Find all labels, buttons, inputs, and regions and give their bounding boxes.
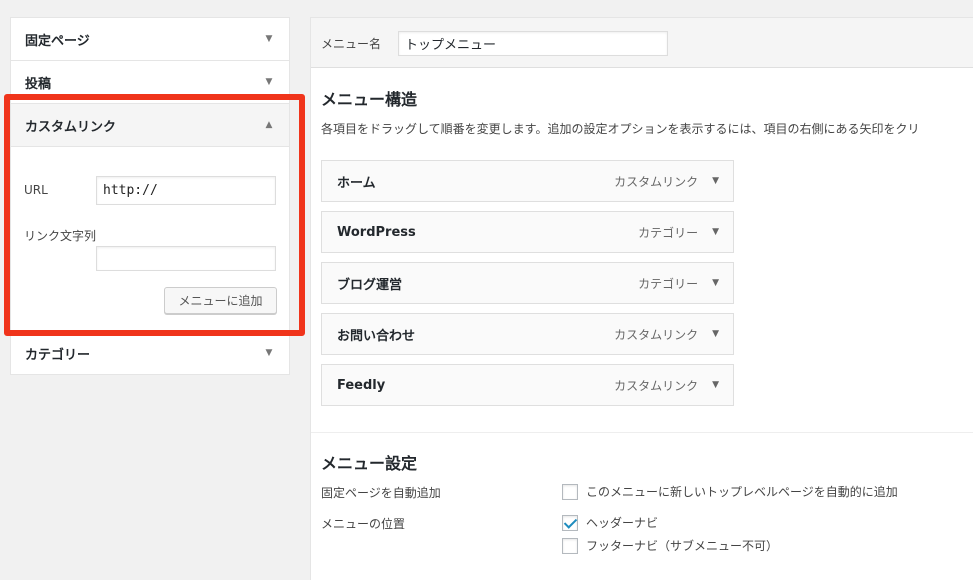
menu-item-type: カスタムリンク — [614, 174, 699, 189]
footer-nav-checkbox[interactable] — [562, 537, 578, 554]
triangle-down-icon: ▼ — [265, 34, 273, 44]
link-text-label: リンク文字列 — [24, 229, 97, 243]
menus-screen: 固定ページ ▼ 投稿 ▼ カスタムリンク ▲ URL http:// リンク文字… — [0, 0, 973, 580]
accordion-section-custom-link: カスタムリンク ▲ URL http:// リンク文字列 メニューに追加 — [11, 104, 289, 332]
location-footer-nav: フッターナビ（サブメニュー不可） — [562, 537, 778, 554]
accordion-header-posts[interactable]: 投稿 ▼ — [11, 61, 289, 103]
menu-item-type: カテゴリー — [638, 225, 699, 240]
triangle-down-icon: ▼ — [265, 77, 273, 87]
accordion-section-pages: 固定ページ ▼ — [11, 18, 289, 61]
menu-settings-title: メニュー設定 — [321, 454, 418, 473]
menu-item[interactable]: WordPress カテゴリー ▼ — [321, 211, 734, 253]
menu-name-value: トップメニュー — [405, 38, 497, 53]
auto-add-label: 固定ページを自動追加 — [321, 486, 441, 500]
header-nav-label[interactable]: ヘッダーナビ — [586, 514, 658, 531]
auto-add-option-label[interactable]: このメニューに新しいトップレベルページを自動的に追加 — [586, 483, 898, 500]
add-menu-items-panel: 固定ページ ▼ 投稿 ▼ カスタムリンク ▲ URL http:// リンク文字… — [10, 17, 290, 375]
location-header-nav: ヘッダーナビ — [562, 514, 658, 531]
menu-items-accordion: 固定ページ ▼ 投稿 ▼ カスタムリンク ▲ URL http:// リンク文字… — [10, 17, 290, 375]
menu-item-type: カスタムリンク — [614, 378, 699, 393]
menu-structure-title: メニュー構造 — [321, 90, 418, 109]
section-divider — [311, 432, 973, 433]
menu-item-title: ホーム — [337, 175, 376, 191]
accordion-header-pages[interactable]: 固定ページ ▼ — [11, 18, 289, 60]
menu-item-type: カテゴリー — [638, 276, 699, 291]
header-nav-checkbox[interactable] — [562, 514, 578, 531]
auto-add-option: このメニューに新しいトップレベルページを自動的に追加 — [562, 483, 898, 500]
accordion-title: 固定ページ — [25, 33, 90, 49]
menu-management-panel: メニュー名 トップメニュー メニュー構造 各項目をドラッグして順番を変更します。… — [310, 17, 973, 580]
triangle-down-icon[interactable]: ▼ — [712, 227, 719, 237]
triangle-down-icon[interactable]: ▼ — [712, 380, 719, 390]
menu-item[interactable]: お問い合わせ カスタムリンク ▼ — [321, 313, 734, 355]
accordion-section-categories: カテゴリー ▼ — [11, 332, 289, 374]
menu-location-label: メニューの位置 — [321, 517, 406, 531]
menu-item[interactable]: Feedly カスタムリンク ▼ — [321, 364, 734, 406]
menu-item-title: Feedly — [337, 377, 386, 393]
menu-item[interactable]: ブログ運営 カテゴリー ▼ — [321, 262, 734, 304]
footer-nav-label[interactable]: フッターナビ（サブメニュー不可） — [586, 537, 778, 554]
url-label: URL — [24, 183, 48, 197]
triangle-down-icon[interactable]: ▼ — [712, 278, 719, 288]
accordion-title: 投稿 — [25, 76, 52, 92]
custom-link-form: URL http:// リンク文字列 メニューに追加 — [11, 147, 289, 331]
accordion-header-custom-link[interactable]: カスタムリンク ▲ — [11, 104, 289, 147]
accordion-title: カスタムリンク — [25, 119, 117, 135]
menu-item-type: カスタムリンク — [614, 327, 699, 342]
accordion-title: カテゴリー — [25, 347, 91, 363]
menu-item[interactable]: ホーム カスタムリンク ▼ — [321, 160, 734, 202]
link-text-input[interactable] — [96, 246, 276, 271]
menu-name-label: メニュー名 — [321, 37, 382, 51]
triangle-down-icon: ▼ — [265, 348, 273, 358]
menu-structure-description: 各項目をドラッグして順番を変更します。追加の設定オプションを表示するには、項目の… — [321, 122, 920, 136]
triangle-down-icon[interactable]: ▼ — [712, 329, 719, 339]
triangle-down-icon[interactable]: ▼ — [712, 176, 719, 186]
url-input[interactable]: http:// — [96, 176, 276, 205]
triangle-up-icon: ▲ — [265, 120, 273, 130]
menu-name-bar: メニュー名 トップメニュー — [311, 18, 973, 68]
menu-item-title: お問い合わせ — [337, 328, 416, 344]
add-to-menu-button[interactable]: メニューに追加 — [164, 287, 277, 314]
menu-item-title: ブログ運営 — [337, 277, 403, 293]
url-input-value: http:// — [103, 183, 158, 198]
menu-name-input[interactable]: トップメニュー — [398, 31, 668, 56]
accordion-section-posts: 投稿 ▼ — [11, 61, 289, 104]
auto-add-checkbox[interactable] — [562, 483, 578, 500]
accordion-header-categories[interactable]: カテゴリー ▼ — [11, 332, 289, 374]
menu-item-title: WordPress — [337, 224, 416, 240]
